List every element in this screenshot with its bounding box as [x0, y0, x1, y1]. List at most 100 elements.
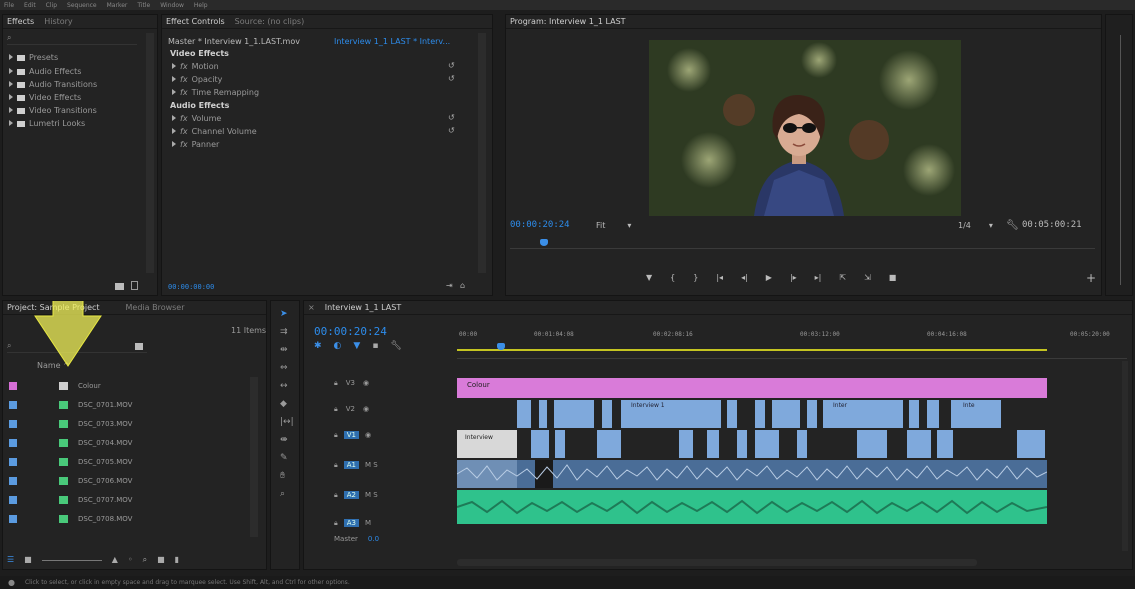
step-forward-icon[interactable]: |▸ — [790, 273, 797, 285]
program-timecode[interactable]: 00:00:20:24 — [510, 220, 570, 230]
label-color-swatch[interactable] — [9, 477, 17, 485]
clip-v1[interactable] — [907, 430, 931, 458]
settings-wrench-icon[interactable]: 🔧︎ — [390, 341, 401, 351]
clip-v1[interactable] — [937, 430, 953, 458]
label-color-swatch[interactable] — [9, 496, 17, 504]
track-header-v1[interactable]: 🔒︎ V1 ◉ — [334, 431, 371, 440]
clip-v1[interactable] — [797, 430, 807, 458]
label-color-swatch[interactable] — [9, 382, 17, 390]
menu-marker[interactable]: Marker — [107, 2, 128, 9]
effects-scrollbar[interactable] — [146, 33, 154, 273]
linked-selection-icon[interactable]: ◐ — [334, 341, 342, 351]
quality-dropdown[interactable]: 1/4 ▾ — [958, 221, 993, 230]
sort-icons-icon[interactable]: ▲ — [112, 555, 118, 567]
menu-file[interactable]: File — [4, 2, 14, 9]
reset-opacity-icon[interactable]: ↺ — [448, 74, 455, 83]
effects-item-audio-transitions[interactable]: Audio Transitions — [9, 80, 97, 89]
slide-tool-icon[interactable]: ⇼ — [280, 435, 294, 445]
step-back-icon[interactable]: ◂| — [741, 273, 748, 285]
new-bin-footer-icon[interactable]: ■ — [157, 555, 165, 567]
clip-v2[interactable] — [927, 400, 939, 428]
track-select-tool-icon[interactable]: ⇉ — [280, 327, 294, 337]
tab-effect-controls[interactable]: Effect Controls — [166, 17, 225, 26]
effect-channel-volume[interactable]: fx Channel Volume — [172, 127, 257, 136]
find-icon[interactable]: ⌕ — [143, 555, 147, 567]
go-to-in-icon[interactable]: |◂ — [716, 273, 723, 285]
clip-v1[interactable] — [737, 430, 747, 458]
clip-v2[interactable] — [539, 400, 547, 428]
clip-v2[interactable] — [755, 400, 765, 428]
clip-v1[interactable] — [1017, 430, 1045, 458]
effect-controls-scrollbar[interactable] — [478, 33, 486, 273]
selection-tool-icon[interactable]: ➤ — [280, 309, 294, 319]
zoom-slider[interactable] — [41, 555, 102, 561]
new-bin-icon[interactable] — [135, 343, 143, 350]
track-a1[interactable] — [457, 460, 1047, 488]
close-icon[interactable]: × — [308, 303, 315, 312]
lift-icon[interactable]: ⇱ — [839, 273, 846, 285]
menu-help[interactable]: Help — [194, 2, 208, 9]
effects-item-lumetri-looks[interactable]: Lumetri Looks — [9, 119, 85, 128]
effects-item-presets[interactable]: Presets — [9, 53, 58, 62]
tab-media-browser[interactable]: Media Browser — [126, 303, 185, 312]
menu-title[interactable]: Title — [137, 2, 150, 9]
extract-icon[interactable]: ⇲ — [864, 273, 871, 285]
project-item[interactable]: DSC_0705.MOV — [3, 453, 248, 471]
project-item[interactable]: DSC_0701.MOV — [3, 396, 248, 414]
sequence-clip-dropdown[interactable]: Interview 1_1 LAST * Interv... — [334, 37, 450, 46]
clip-colour-v3[interactable]: Colour — [457, 378, 1047, 398]
list-view-icon[interactable]: ☰ — [7, 555, 14, 567]
menu-window[interactable]: Window — [160, 2, 184, 9]
clip-v2[interactable] — [727, 400, 737, 428]
playhead-marker[interactable] — [540, 239, 548, 246]
clip-v1[interactable]: Interview — [457, 430, 517, 458]
mark-in-icon[interactable]: { — [670, 273, 675, 285]
clip-v2[interactable] — [602, 400, 612, 428]
rolling-edit-tool-icon[interactable]: ⇔ — [280, 363, 294, 373]
ripple-edit-tool-icon[interactable]: ⇹ — [280, 345, 294, 355]
clip-v2[interactable] — [807, 400, 817, 428]
project-item[interactable]: Colour — [3, 377, 248, 395]
wrench-icon[interactable]: 🔧︎ — [1006, 220, 1019, 231]
project-item[interactable]: DSC_0708.MOV — [3, 510, 248, 528]
effect-panner[interactable]: fx Panner — [172, 140, 219, 149]
track-header-a2[interactable]: 🔒︎ A2 M S — [334, 491, 378, 500]
clip-v2[interactable] — [517, 400, 531, 428]
label-color-swatch[interactable] — [9, 439, 17, 447]
label-color-swatch[interactable] — [9, 458, 17, 466]
clip-v1[interactable] — [755, 430, 779, 458]
effect-opacity[interactable]: fx Opacity — [172, 75, 222, 84]
timeline-vscroll[interactable] — [1122, 361, 1128, 551]
fit-dropdown[interactable]: Fit ▾ — [596, 221, 631, 230]
go-to-out-icon[interactable]: ▸| — [815, 273, 822, 285]
play-icon[interactable]: ▶ — [766, 273, 772, 285]
new-bin-icon[interactable] — [115, 283, 124, 290]
clip-v2[interactable]: Inter — [823, 400, 903, 428]
mark-out-icon[interactable]: } — [693, 273, 698, 285]
project-item[interactable]: DSC_0704.MOV — [3, 434, 248, 452]
clip-v2[interactable]: Inte — [951, 400, 1001, 428]
add-button-icon[interactable]: + — [1086, 271, 1096, 285]
hand-tool-icon[interactable]: ✋︎ — [280, 471, 294, 481]
reset-volume-icon[interactable]: ↺ — [448, 113, 455, 122]
project-item[interactable]: DSC_0703.MOV — [3, 415, 248, 433]
playhead[interactable] — [497, 343, 505, 350]
track-header-a3[interactable]: 🔒︎ A3 M — [334, 519, 371, 528]
effects-item-audio-effects[interactable]: Audio Effects — [9, 67, 81, 76]
reset-channel-volume-icon[interactable]: ↺ — [448, 126, 455, 135]
clip-v1[interactable] — [679, 430, 693, 458]
icon-view-icon[interactable]: ■ — [24, 555, 32, 567]
snap-icon[interactable]: ✱ — [314, 341, 322, 351]
menu-edit[interactable]: Edit — [24, 2, 36, 9]
effect-time-remapping[interactable]: fx Time Remapping — [172, 88, 259, 97]
track-header-v2[interactable]: 🔒︎ V2 ◉ — [334, 405, 369, 414]
clip-v1[interactable] — [857, 430, 887, 458]
project-scrollbar[interactable] — [250, 377, 258, 537]
menu-sequence[interactable]: Sequence — [67, 2, 97, 9]
clip-icon[interactable]: ⌂ — [460, 281, 465, 290]
tab-sequence[interactable]: Interview 1_1 LAST — [325, 303, 402, 312]
slip-tool-icon[interactable]: |↔| — [280, 417, 294, 427]
timeline-scrollbar[interactable] — [457, 559, 977, 566]
tab-source[interactable]: Source: (no clips) — [235, 17, 305, 26]
automate-icon[interactable]: ◦ — [128, 555, 133, 567]
